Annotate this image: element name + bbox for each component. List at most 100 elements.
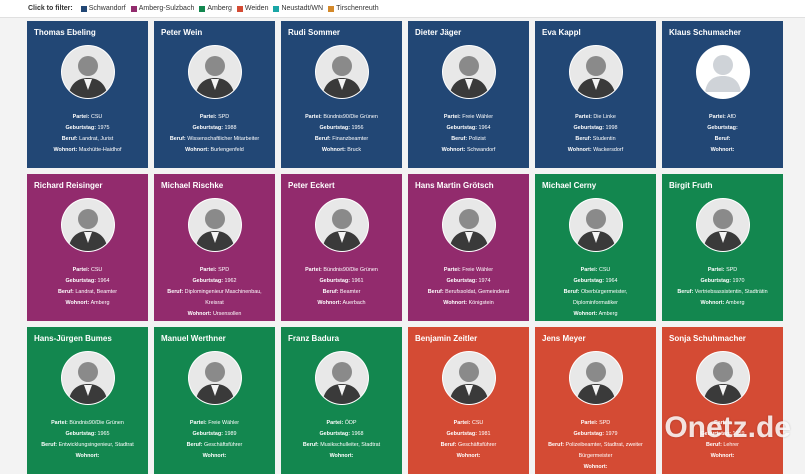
candidate-card[interactable]: Richard Reisinger Partei: CSU Geburtstag: …: [27, 174, 148, 321]
candidate-card[interactable]: Franz Badura Partei: ÖDP Geburtstag: 1968 B…: [281, 327, 402, 474]
info-wohnort-label: Wohnort:: [567, 147, 592, 153]
candidate-card[interactable]: Michael Cerny Partei: CSU Geburtstag: 1964…: [535, 174, 656, 321]
info-partei: Partei: SPD: [669, 265, 776, 276]
candidate-card[interactable]: Thomas Ebeling Partei: CSU Geburtstag: 197…: [27, 21, 148, 168]
filter-schwandorf[interactable]: Schwandorf: [80, 5, 126, 12]
candidate-info: Partei: SPD Geburtstag: 1979 Beruf: Polize…: [542, 418, 649, 473]
filter-label: Click to filter:: [28, 5, 73, 12]
candidate-card[interactable]: Rudi Sommer Partei: Bündnis90/Die Grünen G…: [281, 21, 402, 168]
candidate-card[interactable]: Jens Meyer Partei: SPD Geburtstag: 1979 Ber…: [535, 327, 656, 474]
candidate-card[interactable]: Hans-Jürgen Bumes Partei: Bündnis90/Die G…: [27, 327, 148, 474]
info-beruf-value: Berufssoldat, Gemeinderat: [445, 289, 510, 295]
info-beruf: Beruf: Beamter: [288, 287, 395, 298]
info-geburtstag-value: 1964: [478, 125, 491, 131]
candidate-info: Partei: SPD Geburtstag: 1962 Beruf: Diplom…: [161, 265, 268, 320]
info-beruf-value: Geschäftsführer: [458, 442, 497, 448]
info-partei-label: Partei:: [189, 420, 207, 426]
info-beruf-value: Wissenschaftlicher Mitarbeiter: [187, 136, 260, 142]
info-geburtstag-label: Geburtstag:: [446, 278, 478, 284]
info-partei: Partei: ÖDP: [288, 418, 395, 429]
candidate-info: Partei: Bündnis90/Die Grünen Geburtstag: …: [288, 265, 395, 309]
candidate-card[interactable]: Peter Eckert Partei: Bündnis90/Die Grünen…: [281, 174, 402, 321]
avatar-placeholder-icon: [695, 45, 750, 99]
info-beruf-label: Beruf:: [714, 136, 731, 142]
candidate-card[interactable]: Dieter Jäger Partei: Freie Wähler Geburtst…: [408, 21, 529, 168]
candidate-card[interactable]: Birgit Fruth Partei: SPD Geburtstag: 1970 B…: [662, 174, 783, 321]
info-partei-value: Die Linke: [593, 114, 616, 120]
info-geburtstag-label: Geburtstag:: [192, 125, 224, 131]
watermark-logo: Onetz.de: [664, 411, 791, 444]
candidate-name: Michael Rischke: [161, 181, 224, 190]
candidate-card[interactable]: Klaus Schumacher Partei: AfD Geburtstag: B…: [662, 21, 783, 168]
info-partei: Partei: Bündnis90/Die Grünen: [34, 418, 141, 429]
info-wohnort-label: Wohnort:: [441, 147, 466, 153]
info-geburtstag-label: Geburtstag:: [573, 278, 605, 284]
info-partei: Partei: Freie Wähler: [415, 265, 522, 276]
info-wohnort: Wohnort: Maxhütte-Haidhof: [34, 145, 141, 156]
info-partei-label: Partei:: [305, 114, 322, 120]
info-wohnort-label: Wohnort:: [317, 300, 342, 306]
info-geburtstag-label: Geburtstag:: [446, 125, 478, 131]
candidate-info: Partei: SPD Geburtstag: 1970 Beruf: Vertri…: [669, 265, 776, 309]
info-partei-label: Partei:: [575, 114, 592, 120]
info-wohnort-label: Wohnort:: [75, 453, 100, 459]
info-geburtstag: Geburtstag: 1998: [542, 123, 649, 134]
info-wohnort: Wohnort:: [669, 145, 776, 156]
info-partei: Partei: Freie Wähler: [161, 418, 268, 429]
info-geburtstag-value: 1964: [605, 278, 618, 284]
candidate-card[interactable]: Michael Rischke Partei: SPD Geburtstag: 19…: [154, 174, 275, 321]
info-partei-label: Partei:: [707, 267, 725, 273]
info-beruf: Beruf: Landrat, Jurist: [34, 134, 141, 145]
candidate-card[interactable]: Peter Wein Partei: SPD Geburtstag: 1988 Ber…: [154, 21, 275, 168]
info-partei: Partei: SPD: [161, 265, 268, 276]
info-beruf-label: Beruf:: [563, 289, 580, 295]
info-partei-label: Partei:: [305, 267, 322, 273]
filter-weiden[interactable]: Weiden: [236, 5, 268, 12]
info-geburtstag: Geburtstag: 1981: [415, 429, 522, 440]
info-beruf-label: Beruf:: [314, 136, 331, 142]
swatch-icon: [130, 5, 137, 12]
info-geburtstag: Geburtstag: 1964: [415, 123, 522, 134]
info-beruf-value: Beamter: [340, 289, 361, 295]
candidate-card[interactable]: Eva Kappl Partei: Die Linke Geburtstag: 19…: [535, 21, 656, 168]
info-wohnort-value: Schwandorf: [466, 147, 496, 153]
info-geburtstag: Geburtstag: 1974: [415, 276, 522, 287]
info-wohnort-label: Wohnort:: [443, 300, 468, 306]
candidate-name: Benjamin Zeitler: [415, 334, 478, 343]
info-beruf: Beruf: Berufssoldat, Gemeinderat: [415, 287, 522, 298]
info-partei-value: CSU: [90, 267, 103, 273]
info-beruf-label: Beruf:: [61, 136, 78, 142]
info-wohnort: Wohnort: Burlengenfeld: [161, 145, 268, 156]
info-beruf-label: Beruf:: [548, 442, 565, 448]
candidate-info: Partei: AfD Geburtstag: Beruf: Wohnort:: [669, 112, 776, 156]
candidate-photo: [60, 351, 115, 405]
candidate-info: Partei: CSU Geburtstag: 1964 Beruf: Landra…: [34, 265, 141, 309]
candidate-info: Partei: Freie Wähler Geburtstag: 1989 Beru…: [161, 418, 268, 462]
candidate-card[interactable]: Hans Martin Grötsch Partei: Freie Wähler G…: [408, 174, 529, 321]
swatch-icon: [328, 5, 335, 12]
candidate-info: Partei: Bündnis90/Die Grünen Geburtstag: …: [34, 418, 141, 462]
candidate-photo: [60, 45, 115, 99]
filter-amberg-sulzbach[interactable]: Amberg-Sulzbach: [130, 5, 194, 12]
info-beruf: Beruf: Geschäftsführer: [415, 440, 522, 451]
info-wohnort: Wohnort: Königstein: [415, 298, 522, 309]
info-partei-label: Partei:: [580, 420, 598, 426]
candidate-info: Partei: ÖDP Geburtstag: 1968 Beruf: Musiks…: [288, 418, 395, 462]
candidate-card[interactable]: Benjamin Zeitler Partei: CSU Geburtstag: 1…: [408, 327, 529, 474]
info-beruf: Beruf: Musikschulleiter, Stadtrat: [288, 440, 395, 451]
filter-amberg[interactable]: Amberg: [199, 5, 232, 12]
info-geburtstag-value: 1956: [351, 125, 364, 131]
candidate-info: Partei: Freie Wähler Geburtstag: 1964 Beru…: [415, 112, 522, 156]
info-geburtstag: Geburtstag: 1968: [288, 429, 395, 440]
candidate-card[interactable]: Manuel Werthner Partei: Freie Wähler Gebur…: [154, 327, 275, 474]
candidate-photo: [441, 351, 496, 405]
info-geburtstag: Geburtstag: 1979: [542, 429, 649, 440]
swatch-icon: [199, 5, 206, 12]
candidate-photo: [441, 198, 496, 252]
filter-tirschenreuth[interactable]: Tirschenreuth: [328, 5, 379, 12]
candidate-card[interactable]: Sonja Schuhmacher Partei: Geburtstag: 195…: [662, 327, 783, 474]
info-wohnort: Wohnort:: [542, 462, 649, 473]
info-geburtstag-value: 1970: [732, 278, 745, 284]
filter-neustadt-wn[interactable]: Neustadt/WN: [273, 5, 323, 12]
info-wohnort: Wohnort: Ursensollen: [161, 309, 268, 320]
